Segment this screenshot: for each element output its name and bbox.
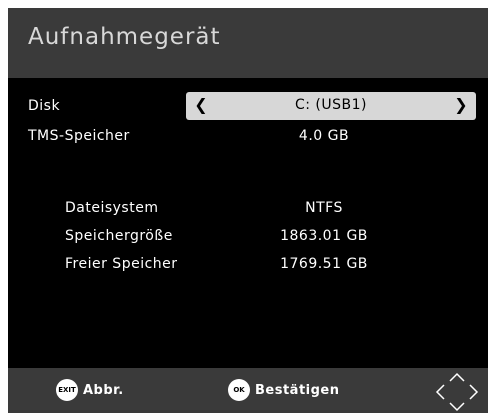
ok-button-label: Bestätigen [255, 382, 340, 398]
title-bar: Aufnahmegerät [8, 8, 488, 78]
exit-button-label: Abbr. [83, 382, 124, 398]
disk-selector-value: C: (USB1) [294, 97, 367, 113]
filesystem-value: NTFS [305, 200, 343, 216]
tms-value: 4.0 GB [298, 128, 350, 144]
chevron-right-icon[interactable]: ❯ [450, 95, 472, 114]
size-label: Speichergröße [65, 228, 173, 244]
exit-key-icon: EXIT [56, 379, 78, 401]
ok-button[interactable]: OK Bestätigen [228, 378, 340, 402]
ok-key-icon: OK [228, 379, 250, 401]
free-space-label: Freier Speicher [65, 256, 178, 272]
filesystem-label: Dateisystem [65, 200, 159, 216]
disk-label: Disk [28, 98, 61, 114]
size-value: 1863.01 GB [280, 228, 368, 244]
exit-button[interactable]: EXIT Abbr. [56, 378, 124, 402]
dpad-icon [435, 372, 479, 412]
free-space-value: 1769.51 GB [280, 256, 368, 272]
device-screen: Aufnahmegerät Disk ❮ C: (USB1) ❯ TMS-Spe… [8, 8, 488, 413]
footer-bar: EXIT Abbr. OK Bestätigen [8, 368, 488, 413]
tms-label: TMS-Speicher [28, 128, 130, 144]
chevron-left-icon[interactable]: ❮ [190, 95, 212, 114]
page-title: Aufnahmegerät [28, 24, 221, 50]
disk-selector[interactable]: ❮ C: (USB1) ❯ [186, 92, 476, 120]
